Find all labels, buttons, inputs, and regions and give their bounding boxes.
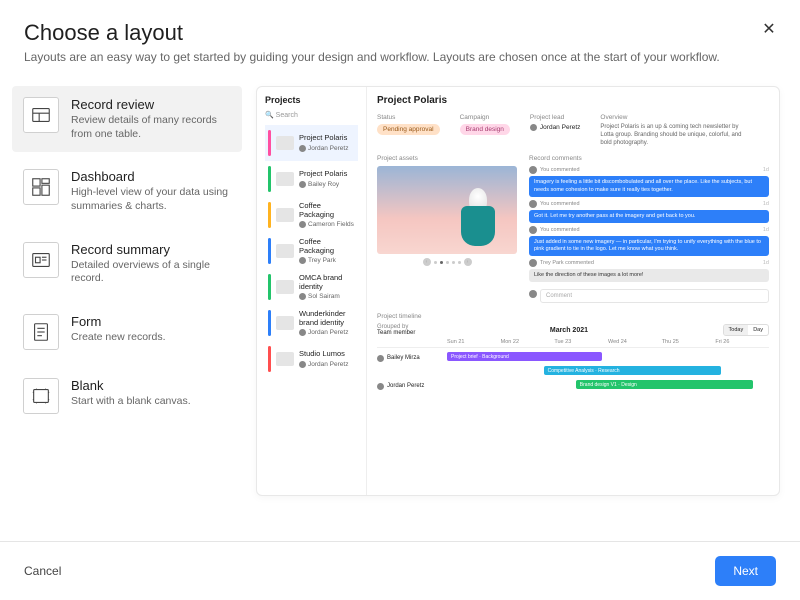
layout-title: Form (71, 314, 231, 329)
preview-list-item: Coffee PackagingCameron Fields (265, 197, 358, 233)
layout-description: Review details of many records from one … (71, 114, 231, 141)
layout-description: Detailed overviews of a single record. (71, 259, 231, 286)
layout-option-record-summary[interactable]: Record summary Detailed overviews of a si… (12, 231, 242, 297)
layout-title: Record review (71, 97, 231, 112)
preview-comment-input: Comment (540, 289, 769, 303)
preview-list-item: Project PolarisBailey Roy (265, 161, 358, 197)
preview-asset-image (377, 166, 517, 254)
record-summary-icon (23, 242, 59, 278)
layout-description: Start with a blank canvas. (71, 395, 231, 409)
layout-option-blank[interactable]: Blank Start with a blank canvas. (12, 367, 242, 425)
preview-assets: Project assets ‹ › (377, 155, 517, 305)
close-button[interactable]: ✕ (760, 20, 778, 38)
thumbnail-icon (276, 136, 294, 150)
timeline-bar: Project brief · Background (447, 352, 602, 361)
main-content: Record review Review details of many reco… (0, 76, 800, 496)
preview-search: 🔍 Search (265, 111, 358, 119)
thumbnail-icon (276, 352, 294, 366)
preview-record-title: Project Polaris (377, 95, 769, 106)
thumbnail-icon (276, 316, 294, 330)
next-button[interactable]: Next (715, 556, 776, 586)
thumbnail-icon (276, 172, 294, 186)
avatar-icon (299, 293, 306, 300)
header: Choose a layout Layouts are an easy way … (0, 0, 800, 76)
layout-title: Record summary (71, 242, 231, 257)
preview-assets-comments: Project assets ‹ › Record comments You c… (377, 155, 769, 305)
layout-option-dashboard[interactable]: Dashboard High-level view of your data us… (12, 158, 242, 224)
preview-timeline: Project timeline Grouped by Team member … (377, 313, 769, 393)
avatar-icon (299, 221, 306, 228)
layout-title: Blank (71, 378, 231, 393)
page-title: Choose a layout (24, 20, 776, 46)
preview-field-row: Status Pending approval Campaign Brand d… (377, 114, 769, 147)
preview-field-overview: Overview Project Polaris is an up & comi… (600, 114, 750, 147)
preview-field-status: Status Pending approval (377, 114, 440, 147)
layout-title: Dashboard (71, 169, 231, 184)
preview-sidebar: Projects 🔍 Search Project PolarisJordan … (257, 87, 367, 495)
dashboard-icon (23, 169, 59, 205)
avatar-icon (529, 290, 537, 298)
cancel-button[interactable]: Cancel (24, 564, 61, 578)
timeline-bar: Brand design V1 · Design (576, 380, 753, 389)
avatar-icon (529, 259, 537, 267)
avatar-icon (299, 329, 306, 336)
footer: Cancel Next (0, 541, 800, 600)
avatar-icon (529, 166, 537, 174)
preview-list-item: Coffee PackagingTrey Park (265, 233, 358, 269)
carousel-next-icon: › (464, 258, 472, 266)
form-icon (23, 314, 59, 350)
avatar-icon (377, 383, 384, 390)
layout-option-record-review[interactable]: Record review Review details of many reco… (12, 86, 242, 152)
avatar-icon (377, 355, 384, 362)
avatar-icon (529, 226, 537, 234)
carousel-prev-icon: ‹ (423, 258, 431, 266)
avatar-icon (299, 257, 306, 264)
preview-main: Project Polaris Status Pending approval … (367, 87, 779, 495)
preview-project-list: Project PolarisJordan PeretzProject Pola… (265, 125, 358, 377)
thumbnail-icon (276, 280, 294, 294)
layout-description: Create new records. (71, 331, 231, 345)
blank-icon (23, 378, 59, 414)
record-review-icon (23, 97, 59, 133)
preview-list-item: Wunderkinder brand identityJordan Peretz (265, 305, 358, 341)
avatar-icon (530, 124, 537, 131)
preview-list-item: Project PolarisJordan Peretz (265, 125, 358, 161)
avatar-icon (299, 145, 306, 152)
timeline-bar: Competitive Analysis · Research (544, 366, 721, 375)
preview-sidebar-title: Projects (265, 95, 358, 105)
thumbnail-icon (276, 244, 294, 258)
preview-timeline-toggle: Today Day (723, 324, 769, 336)
preview-comment: Got it. Let me try another pass at the i… (529, 210, 769, 223)
thumbnail-icon (276, 208, 294, 222)
avatar-icon (299, 181, 306, 188)
preview-list-item: OMCA brand identitySol Sairam (265, 269, 358, 305)
layout-preview: Projects 🔍 Search Project PolarisJordan … (256, 86, 780, 496)
preview-field-lead: Project lead Jordan Peretz (530, 114, 580, 147)
layout-description: High-level view of your data using summa… (71, 186, 231, 213)
layout-option-form[interactable]: Form Create new records. (12, 303, 242, 361)
avatar-icon (529, 200, 537, 208)
preview-list-item: Studio LumosJordan Peretz (265, 341, 358, 377)
page-subtitle: Layouts are an easy way to get started b… (24, 50, 776, 64)
preview-comment: Just added in some new imagery — in part… (529, 236, 769, 256)
preview-comment: Like the direction of these images a lot… (529, 269, 769, 282)
hand-icon (461, 206, 495, 246)
layout-options: Record review Review details of many reco… (12, 86, 242, 496)
preview-comment: Imagery is feeling a little bit discombo… (529, 176, 769, 196)
avatar-icon (299, 361, 306, 368)
preview-comments: Record comments You commented1dImagery i… (529, 155, 769, 305)
preview-field-campaign: Campaign Brand design (460, 114, 510, 147)
preview-carousel-dots: ‹ › (377, 258, 517, 266)
